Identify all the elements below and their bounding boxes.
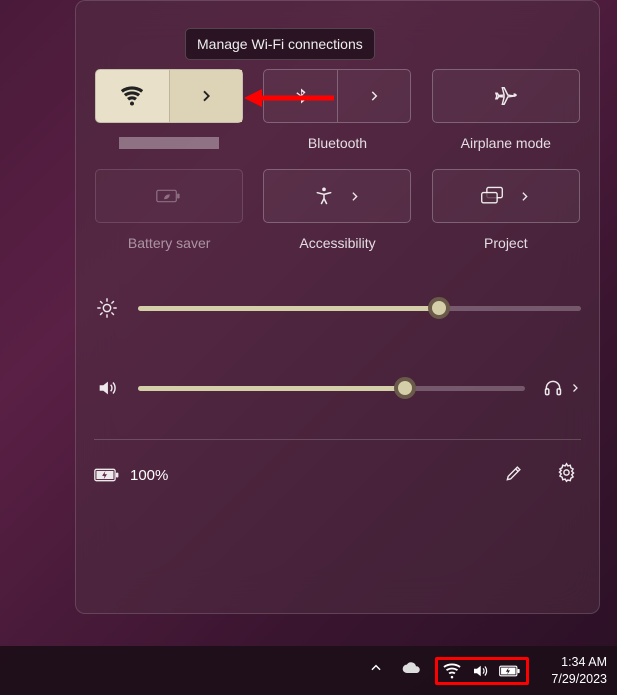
accessibility-tile[interactable] [263,169,411,223]
airplane-icon [495,85,517,107]
battery-saver-tile-group: Battery saver [94,169,244,251]
quick-settings-panel: Manage Wi-Fi connections [75,0,600,614]
wifi-icon [443,662,461,680]
battery-leaf-icon [156,186,182,206]
panel-footer: 100% [94,458,581,492]
footer-divider [94,439,581,440]
wifi-toggle-button[interactable] [96,70,169,122]
speaker-icon [471,662,489,680]
battery-percent-text: 100% [130,467,168,484]
brightness-slider-row [94,297,581,319]
chevron-right-icon [348,190,361,203]
volume-slider-row [94,377,581,399]
sliders-section [94,297,581,399]
speaker-icon [94,377,120,399]
bluetooth-label: Bluetooth [308,135,367,151]
chevron-right-icon [569,382,581,394]
accessibility-tile-group: Accessibility [262,169,412,251]
taskbar-clock[interactable]: 1:34 AM 7/29/2023 [551,654,607,688]
volume-slider[interactable] [138,386,525,391]
accessibility-label: Accessibility [299,235,375,251]
chevron-right-icon [367,89,381,103]
chevron-up-icon [369,661,383,675]
wifi-tile-group [94,69,244,151]
edit-button[interactable] [500,459,528,492]
airplane-tile-group: Airplane mode [431,69,581,151]
cloud-icon [401,661,421,675]
project-tile-group: Project [431,169,581,251]
chevron-right-icon [198,88,214,104]
wifi-expand-tooltip: Manage Wi-Fi connections [185,28,375,60]
project-tile[interactable] [432,169,580,223]
taskbar: 1:34 AM 7/29/2023 [0,646,617,695]
project-icon [480,186,504,206]
taskbar-date: 7/29/2023 [551,671,607,688]
network-sound-battery-cluster[interactable] [435,657,529,685]
bluetooth-expand-button[interactable] [337,70,411,122]
battery-charging-icon [94,467,120,483]
quick-tiles-grid: Bluetooth Airplane mode Battery saver Ac… [94,69,581,251]
accessibility-icon [314,186,334,206]
battery-charging-icon [499,664,521,678]
bluetooth-tile[interactable] [263,69,411,123]
battery-status[interactable]: 100% [94,467,500,484]
taskbar-time: 1:34 AM [561,654,607,671]
brightness-slider-thumb[interactable] [428,297,450,319]
brightness-slider[interactable] [138,306,581,311]
battery-saver-label: Battery saver [128,235,210,251]
bluetooth-toggle-button[interactable] [264,70,337,122]
airplane-tile[interactable] [432,69,580,123]
airplane-label: Airplane mode [461,135,551,151]
chevron-right-icon [518,190,531,203]
audio-output-button[interactable] [543,378,581,398]
wifi-label-redacted [119,137,219,149]
settings-button[interactable] [552,458,581,492]
system-tray: 1:34 AM 7/29/2023 [365,654,607,688]
bluetooth-tile-group: Bluetooth [262,69,412,151]
bluetooth-icon [292,87,310,105]
project-label: Project [484,235,528,251]
wifi-expand-button[interactable] [169,70,243,122]
wifi-tile[interactable] [95,69,243,123]
brightness-icon [94,297,120,319]
headphones-icon [543,378,563,398]
gear-icon [556,462,577,483]
tray-overflow-button[interactable] [365,657,387,684]
onedrive-tray-icon[interactable] [401,661,421,680]
battery-saver-tile [95,169,243,223]
pencil-icon [504,463,524,483]
wifi-icon [121,85,143,107]
volume-slider-thumb[interactable] [394,377,416,399]
